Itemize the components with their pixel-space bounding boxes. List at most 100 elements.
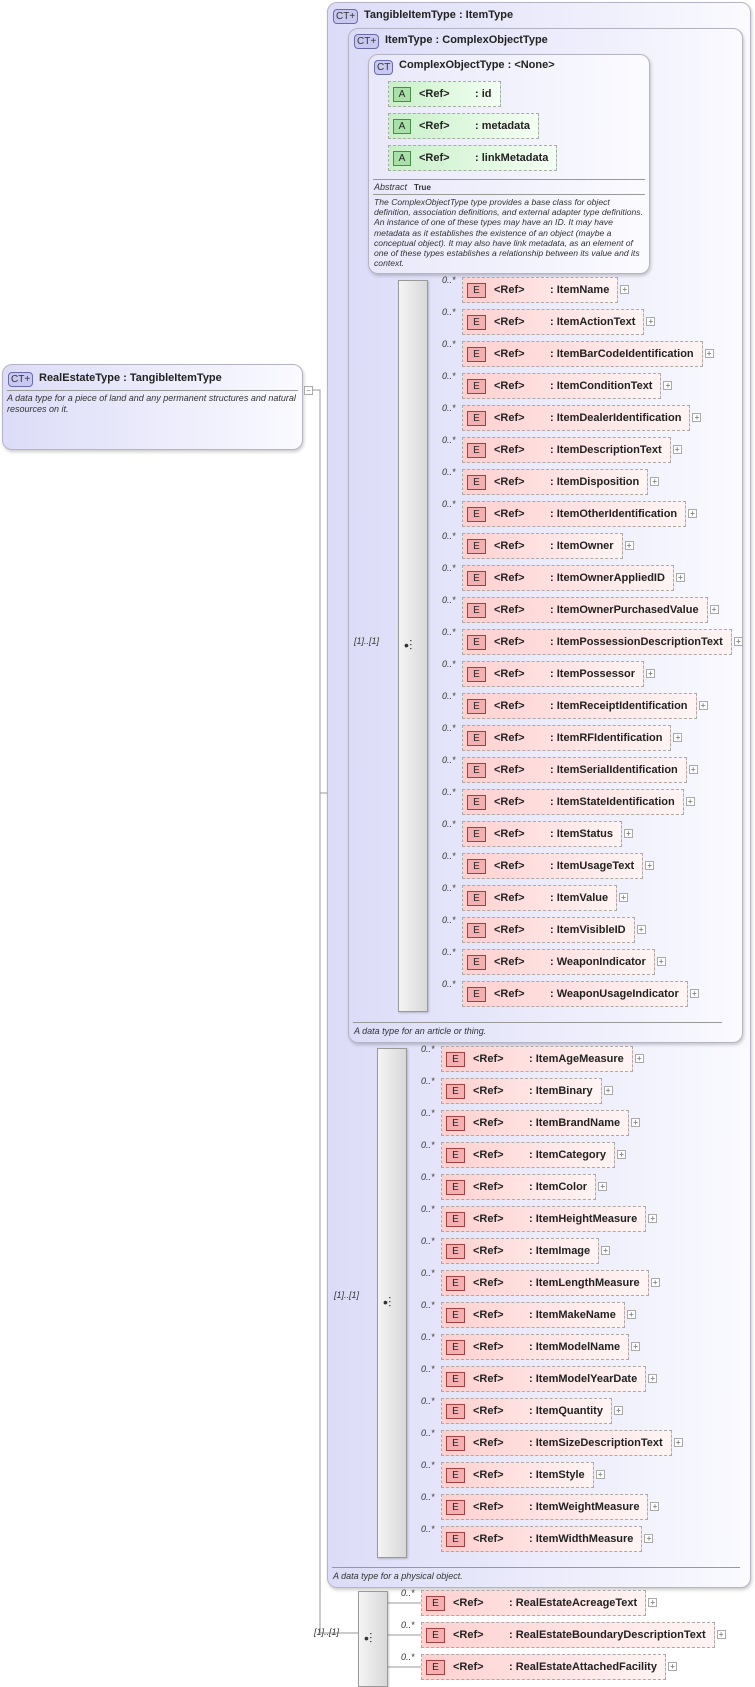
occurrence-label: 0..*: [442, 851, 456, 861]
element-itemdealeridentification[interactable]: E <Ref>: ItemDealerIdentification +: [462, 405, 702, 431]
element-itemstyle[interactable]: E <Ref>: ItemStyle +: [441, 1462, 605, 1488]
sequence-compositor[interactable]: [358, 1591, 388, 1687]
expand-button[interactable]: +: [733, 637, 743, 646]
expand-button[interactable]: +: [646, 317, 656, 326]
element-itemusagetext[interactable]: E <Ref>: ItemUsageText +: [462, 853, 655, 879]
element-name: : ItemReceiptIdentification: [550, 700, 688, 712]
element-itemmakename[interactable]: E <Ref>: ItemMakeName +: [441, 1302, 636, 1328]
element-itemimage[interactable]: E <Ref>: ItemImage +: [441, 1238, 611, 1264]
expand-button[interactable]: +: [709, 605, 719, 614]
element-realestateattachedfacility[interactable]: E <Ref>: RealEstateAttachedFacility +: [421, 1654, 677, 1680]
expand-button[interactable]: +: [648, 1374, 658, 1383]
element-itemrfidentification[interactable]: E <Ref>: ItemRFIdentification +: [462, 725, 683, 751]
element-itemserialidentification[interactable]: E <Ref>: ItemSerialIdentification +: [462, 757, 698, 783]
expand-button[interactable]: +: [688, 509, 698, 518]
expand-button[interactable]: +: [689, 989, 699, 998]
element-itemagemeasure[interactable]: E <Ref>: ItemAgeMeasure +: [441, 1046, 644, 1072]
attribute-icon: A: [393, 86, 411, 102]
element-itemconditiontext[interactable]: E <Ref>: ItemConditionText +: [462, 373, 673, 399]
expand-button[interactable]: +: [673, 733, 683, 742]
expand-button[interactable]: +: [663, 381, 673, 390]
expand-button[interactable]: +: [620, 285, 630, 294]
expand-button[interactable]: +: [650, 477, 660, 486]
element-itembarcodeidentification[interactable]: E <Ref>: ItemBarCodeIdentification +: [462, 341, 714, 367]
expand-button[interactable]: +: [645, 861, 655, 870]
expand-button[interactable]: +: [675, 573, 685, 582]
expand-button[interactable]: +: [656, 957, 666, 966]
expand-button[interactable]: +: [598, 1182, 608, 1191]
occurrence-label: 0..*: [421, 1204, 435, 1214]
element-itemname[interactable]: E <Ref>: ItemName +: [462, 277, 630, 303]
sequence-compositor[interactable]: [377, 1048, 407, 1558]
element-weaponusageindicator[interactable]: E <Ref>: WeaponUsageIndicator +: [462, 981, 699, 1007]
expand-button[interactable]: +: [613, 1406, 623, 1415]
element-itemlengthmeasure[interactable]: E <Ref>: ItemLengthMeasure +: [441, 1270, 660, 1296]
element-itemvisibleid[interactable]: E <Ref>: ItemVisibleID +: [462, 917, 646, 943]
expand-button[interactable]: +: [623, 829, 633, 838]
element-itembinary[interactable]: E <Ref>: ItemBinary +: [441, 1078, 613, 1104]
element-itemactiontext[interactable]: E <Ref>: ItemActionText +: [462, 309, 656, 335]
expand-button[interactable]: +: [704, 349, 714, 358]
element-itemwidthmeasure[interactable]: E <Ref>: ItemWidthMeasure +: [441, 1526, 654, 1552]
expand-button[interactable]: +: [672, 445, 682, 454]
attribute-linkmetadata[interactable]: A <Ref>: linkMetadata: [388, 145, 558, 171]
element-itemownerappliedid[interactable]: E <Ref>: ItemOwnerAppliedID +: [462, 565, 685, 591]
element-itemstateidentification[interactable]: E <Ref>: ItemStateIdentification +: [462, 789, 695, 815]
expand-button[interactable]: +: [644, 1534, 654, 1543]
element-itemownerpurchasedvalue[interactable]: E <Ref>: ItemOwnerPurchasedValue +: [462, 597, 719, 623]
expand-button[interactable]: +: [685, 797, 695, 806]
element-realestateacreagetext[interactable]: E <Ref>: RealEstateAcreageText +: [421, 1590, 658, 1616]
expand-button[interactable]: +: [636, 925, 646, 934]
element-itemowner[interactable]: E <Ref>: ItemOwner +: [462, 533, 634, 559]
expand-button[interactable]: +: [595, 1470, 605, 1479]
element-itemmodelyeardate[interactable]: E <Ref>: ItemModelYearDate +: [441, 1366, 658, 1392]
sequence-compositor[interactable]: [398, 280, 428, 1012]
expand-button[interactable]: +: [617, 1150, 627, 1159]
element-itemmodelname[interactable]: E <Ref>: ItemModelName +: [441, 1334, 641, 1360]
expand-button[interactable]: +: [673, 1438, 683, 1447]
expand-button[interactable]: +: [648, 1214, 658, 1223]
element-realestateboundarydescriptiontext[interactable]: E <Ref>: RealEstateBoundaryDescriptionTex…: [421, 1622, 726, 1648]
element-itemreceiptidentification[interactable]: E <Ref>: ItemReceiptIdentification +: [462, 693, 708, 719]
expand-button[interactable]: +: [626, 1310, 636, 1319]
occurrence-label: 0..*: [421, 1492, 435, 1502]
element-icon: E: [446, 1211, 465, 1227]
expand-button[interactable]: +: [646, 669, 655, 678]
element-itembrandname[interactable]: E <Ref>: ItemBrandName +: [441, 1110, 641, 1136]
divider: [373, 179, 645, 180]
element-itemdisposition[interactable]: E <Ref>: ItemDisposition +: [462, 469, 660, 495]
ref-label: <Ref>: [473, 1245, 504, 1257]
expand-button[interactable]: +: [648, 1598, 658, 1607]
element-itempossessor[interactable]: E <Ref>: ItemPossessor +: [462, 661, 655, 687]
element-itemheightmeasure[interactable]: E <Ref>: ItemHeightMeasure +: [441, 1206, 658, 1232]
element-itemquantity[interactable]: E <Ref>: ItemQuantity +: [441, 1398, 623, 1424]
element-itemdescriptiontext[interactable]: E <Ref>: ItemDescriptionText +: [462, 437, 682, 463]
expand-button[interactable]: +: [619, 893, 629, 902]
element-itemsizedescriptiontext[interactable]: E <Ref>: ItemSizeDescriptionText +: [441, 1430, 683, 1456]
element-itempossessiondescriptiontext[interactable]: E <Ref>: ItemPossessionDescriptionText +: [462, 629, 743, 655]
expand-button[interactable]: +: [688, 765, 698, 774]
element-itemvalue[interactable]: E <Ref>: ItemValue +: [462, 885, 629, 911]
expand-button[interactable]: +: [631, 1342, 641, 1351]
expand-button[interactable]: +: [603, 1086, 613, 1095]
expand-button[interactable]: +: [667, 1662, 677, 1671]
expand-button[interactable]: +: [716, 1630, 726, 1639]
element-itemotheridentification[interactable]: E <Ref>: ItemOtherIdentification +: [462, 501, 698, 527]
expand-button[interactable]: +: [692, 413, 702, 422]
attribute-id[interactable]: A <Ref>: id: [388, 81, 501, 107]
expand-button[interactable]: +: [650, 1278, 660, 1287]
element-weaponindicator[interactable]: E <Ref>: WeaponIndicator +: [462, 949, 666, 975]
realestatetype-box[interactable]: CT+ RealEstateType : TangibleItemType A …: [2, 364, 303, 450]
expand-button[interactable]: +: [698, 701, 708, 710]
element-itemstatus[interactable]: E <Ref>: ItemStatus +: [462, 821, 633, 847]
expand-button[interactable]: +: [634, 1054, 644, 1063]
attribute-metadata[interactable]: A <Ref>: metadata: [388, 113, 540, 139]
collapse-button[interactable]: −: [304, 386, 313, 395]
element-itemweightmeasure[interactable]: E <Ref>: ItemWeightMeasure +: [441, 1494, 660, 1520]
expand-button[interactable]: +: [624, 541, 634, 550]
expand-button[interactable]: +: [601, 1246, 611, 1255]
expand-button[interactable]: +: [650, 1502, 660, 1511]
element-itemcategory[interactable]: E <Ref>: ItemCategory +: [441, 1142, 627, 1168]
expand-button[interactable]: +: [631, 1118, 641, 1127]
element-itemcolor[interactable]: E <Ref>: ItemColor +: [441, 1174, 608, 1200]
